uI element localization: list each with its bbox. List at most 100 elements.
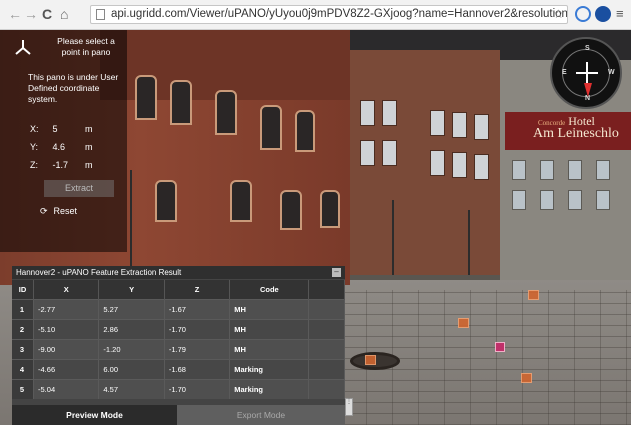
star-icon[interactable]: ☆ — [553, 6, 564, 23]
coord-axis-label: X: — [30, 124, 39, 134]
cell-z: -1.79 — [164, 339, 231, 360]
window — [170, 80, 192, 125]
window — [320, 190, 340, 228]
window — [568, 160, 582, 180]
results-panel: Hannover2 - uPANO Feature Extraction Res… — [12, 266, 345, 425]
window — [382, 100, 397, 126]
cell-y: 4.57 — [98, 379, 165, 399]
compass-needle-icon — [584, 83, 592, 97]
window — [568, 190, 582, 210]
table-row[interactable]: 3 -9.00 -1.20 -1.79 MH — [12, 339, 345, 360]
cell-blank — [308, 339, 345, 360]
compass-crosshair — [586, 62, 588, 84]
window — [230, 180, 252, 222]
cell-x: -2.77 — [33, 299, 100, 320]
window — [596, 190, 610, 210]
panel-resize-handle[interactable]: ⋮ — [345, 398, 353, 416]
results-title: Hannover2 - uPANO Feature Extraction Res… — [16, 268, 182, 277]
table-row[interactable]: 2 -5.10 2.86 -1.70 MH — [12, 319, 345, 340]
coord-value: 5 — [52, 124, 58, 134]
window — [360, 140, 375, 166]
results-panel-header: Hannover2 - uPANO Feature Extraction Res… — [12, 266, 345, 279]
tripod-icon[interactable] — [13, 38, 33, 58]
cell-y: 5.27 — [98, 299, 165, 320]
window — [360, 100, 375, 126]
window — [382, 140, 397, 166]
window — [474, 154, 489, 180]
results-table: ID X Y Z Code 1 -2.77 5.27 -1.67 MH 2 -5… — [12, 280, 345, 399]
window — [430, 150, 445, 176]
forward-arrow-icon[interactable]: → — [24, 6, 38, 22]
cell-x: -9.00 — [33, 339, 100, 360]
window — [512, 160, 526, 180]
feature-marker[interactable] — [365, 355, 376, 365]
panorama-viewer[interactable]: Concorde Hotel Am Leineschlo S N E W Ple… — [0, 30, 631, 425]
compass[interactable]: S N E W — [550, 37, 622, 109]
instruction-text: Please select a point in pano — [57, 36, 115, 57]
address-bar[interactable]: api.ugridd.com/Viewer/uPANO/yUyou0j9mPDV… — [90, 5, 568, 24]
reset-button[interactable]: ⟳ Reset — [40, 203, 110, 220]
compass-east-label: E — [562, 69, 567, 76]
coord-y-row: Y: 4.6 m — [30, 142, 93, 152]
compass-south-label: S — [585, 45, 590, 52]
back-arrow-icon[interactable]: ← — [8, 6, 22, 22]
window — [135, 75, 157, 120]
table-row[interactable]: 5 -5.04 4.57 -1.70 Marking — [12, 379, 345, 399]
window — [260, 105, 282, 150]
cell-z: -1.70 — [164, 379, 231, 399]
window — [215, 90, 237, 135]
coordinate-system-message: This pano is under User Defined coordina… — [28, 72, 119, 104]
minimize-button[interactable]: – — [332, 268, 341, 277]
extension-icon[interactable] — [575, 6, 591, 22]
coord-axis-label: Y: — [30, 142, 39, 152]
cell-code: Marking — [229, 359, 310, 380]
cell-code: MH — [229, 339, 310, 360]
window — [540, 190, 554, 210]
window — [452, 152, 467, 178]
coord-unit: m — [85, 160, 93, 170]
cell-id: 2 — [12, 319, 35, 340]
feature-marker[interactable] — [528, 290, 539, 300]
table-row[interactable]: 1 -2.77 5.27 -1.67 MH — [12, 299, 345, 320]
table-row[interactable]: 4 -4.66 6.00 -1.68 Marking — [12, 359, 345, 380]
mode-tabs: Preview Mode Export Mode — [12, 405, 345, 425]
cell-z: -1.70 — [164, 319, 231, 340]
tab-export-mode[interactable]: Export Mode — [177, 405, 345, 425]
coord-value: 4.6 — [52, 142, 66, 152]
column-header-blank — [308, 280, 345, 300]
column-header[interactable]: Code — [229, 280, 310, 300]
hotel-sign-line2: Am Leineschlo — [533, 126, 619, 141]
extension-icon[interactable] — [595, 6, 611, 22]
reload-icon[interactable]: C — [42, 6, 52, 22]
cell-id: 3 — [12, 339, 35, 360]
cell-x: -4.66 — [33, 359, 100, 380]
point-selection-panel: Please select a point in pano This pano … — [0, 30, 127, 252]
coord-value: -1.7 — [52, 160, 69, 170]
cell-id: 5 — [12, 379, 35, 399]
window — [155, 180, 177, 222]
url-text: api.ugridd.com/Viewer/uPANO/yUyou0j9mPDV… — [111, 8, 568, 20]
reset-icon: ⟳ — [40, 206, 48, 216]
column-header[interactable]: Z — [164, 280, 231, 300]
cell-code: MH — [229, 299, 310, 320]
menu-icon[interactable]: ≡ — [616, 6, 624, 22]
street-lamp — [468, 210, 470, 275]
cell-blank — [308, 359, 345, 380]
cell-id: 1 — [12, 299, 35, 320]
feature-marker[interactable] — [521, 373, 532, 383]
column-header[interactable]: Y — [98, 280, 165, 300]
cell-blank — [308, 379, 345, 399]
cell-blank — [308, 319, 345, 340]
home-icon[interactable]: ⌂ — [60, 6, 68, 22]
cell-code: MH — [229, 319, 310, 340]
coord-unit: m — [85, 124, 93, 134]
column-header[interactable]: X — [33, 280, 100, 300]
window — [512, 190, 526, 210]
feature-marker[interactable] — [458, 318, 469, 328]
extract-button[interactable]: Extract — [44, 180, 114, 197]
column-header[interactable]: ID — [12, 280, 35, 300]
selected-point-marker[interactable] — [495, 342, 505, 352]
window — [430, 110, 445, 136]
cell-z: -1.67 — [164, 299, 231, 320]
tab-preview-mode[interactable]: Preview Mode — [12, 405, 177, 425]
